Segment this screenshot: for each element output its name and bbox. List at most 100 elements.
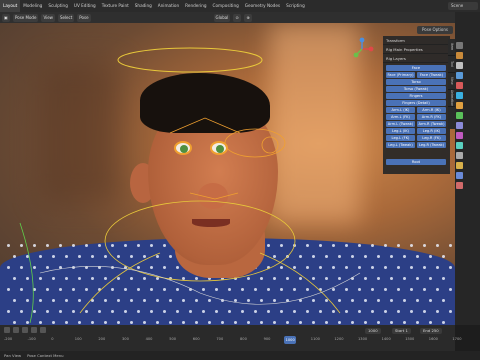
rig-layer-button[interactable]: Face	[386, 65, 446, 71]
brow-bones[interactable]	[169, 117, 241, 134]
playhead[interactable]: 1000	[284, 336, 297, 344]
spine-curve[interactable]	[39, 266, 361, 305]
eye-target-control[interactable]	[224, 128, 286, 158]
workspace-tab[interactable]: UV Editing	[71, 0, 99, 12]
mode-selector[interactable]: Pose Mode	[13, 13, 39, 22]
rig-layer-button[interactable]: Torso (Tweak)	[386, 86, 446, 92]
properties-tab-icon[interactable]	[456, 92, 463, 99]
ruler-tick-label: 1700	[452, 337, 462, 341]
pivot-icon[interactable]: ⊙	[233, 13, 242, 22]
properties-tab-icon[interactable]	[456, 132, 463, 139]
rig-layer-button[interactable]: Leg.R (FK)	[417, 135, 446, 141]
sidebar-tabs: Item Tool View Animation	[448, 39, 455, 129]
jump-end-icon[interactable]	[40, 327, 46, 333]
workspace-tab[interactable]: Compositing	[210, 0, 242, 12]
workspace-tab[interactable]: Animation	[155, 0, 182, 12]
ruler-tick-label: 300	[122, 337, 129, 341]
properties-editor	[455, 12, 480, 325]
end-frame-field[interactable]: End 250	[420, 328, 442, 334]
rig-layer-button[interactable]: Arm.R (FK)	[417, 114, 446, 120]
properties-tab-icon[interactable]	[456, 182, 463, 189]
jump-start-icon[interactable]	[4, 327, 10, 333]
workspace-tab[interactable]: Shading	[132, 0, 155, 12]
rig-layer-button[interactable]: Fingers	[386, 93, 446, 99]
rig-layer-button[interactable]: Face (Primary)	[386, 72, 415, 78]
properties-tab-icon[interactable]	[456, 152, 463, 159]
ruler-tick-label: 1400	[381, 337, 391, 341]
current-frame-field[interactable]: 1000	[365, 328, 381, 334]
top-bar: Layout Modeling Sculpting UV Editing Texture…	[0, 0, 480, 12]
pose-menu[interactable]: Pose	[77, 13, 91, 22]
rig-layer-button[interactable]: Arm.L (Tweak)	[386, 121, 415, 127]
rig-layer-button[interactable]: Leg.L (FK)	[386, 135, 415, 141]
panel-section-header[interactable]: Rig Main Properties	[383, 45, 450, 54]
prev-keyframe-icon[interactable]	[13, 327, 19, 333]
frame-ruler[interactable]: -200 -100 0 100 200 300 400 500 600 700 800 900 1000…	[0, 336, 462, 344]
workspace-tab[interactable]: Modeling	[20, 0, 45, 12]
rig-layer-button[interactable]: Face (Tweak)	[417, 72, 446, 78]
rig-layer-button[interactable]: Arm.L (IK)	[386, 107, 415, 113]
topbar-right: Scene	[448, 2, 478, 10]
properties-tab-icon[interactable]	[456, 112, 463, 119]
play-icon[interactable]	[22, 327, 28, 333]
viewport-header: ▣ Pose Mode View Select Pose Global ⊙ ⊕	[0, 12, 455, 23]
arm-control-left[interactable]	[79, 252, 161, 314]
sidebar-tab[interactable]: View	[448, 73, 455, 90]
rig-layer-button[interactable]: Arm.R (Tweak)	[417, 121, 446, 127]
lip-bones[interactable]	[189, 192, 239, 200]
workspace-tab[interactable]: Texture Paint	[99, 0, 132, 12]
hand-control[interactable]	[19, 222, 34, 324]
status-bar: Pan View Pose Context Menu	[0, 351, 480, 360]
sidebar-tab[interactable]: Tool	[448, 56, 455, 73]
end-value: 250	[431, 328, 439, 333]
rig-layer-button[interactable]: Fingers (Detail)	[386, 100, 446, 106]
properties-tab-icon[interactable]	[456, 172, 463, 179]
properties-tab-icon[interactable]	[456, 52, 463, 59]
rig-layer-button[interactable]: Leg.R (IK)	[417, 128, 446, 134]
rig-layer-button[interactable]: Arm.L (FK)	[386, 114, 415, 120]
ruler-tick-label: 900	[263, 337, 271, 341]
workspace-tab[interactable]: Rendering	[182, 0, 209, 12]
ruler-tick-label: 1200	[334, 337, 344, 341]
navigation-gizmo-icon[interactable]	[350, 37, 374, 61]
rig-layer-button[interactable]: Torso	[386, 79, 446, 85]
view-menu[interactable]: View	[41, 13, 55, 22]
panel-section-header[interactable]: Rig Layers	[383, 54, 450, 63]
properties-tab-icon[interactable]	[456, 142, 463, 149]
workspace-tab[interactable]: Geometry Nodes	[242, 0, 283, 12]
rig-layer-button[interactable]: Leg.R (Tweak)	[417, 142, 446, 148]
workspace-tab[interactable]: Scripting	[283, 0, 308, 12]
rig-layer-button[interactable]: Leg.L (Tweak)	[386, 142, 415, 148]
rig-layer-button[interactable]: Root	[386, 159, 446, 165]
properties-tab-icon[interactable]	[456, 72, 463, 79]
snap-icon[interactable]: ⊕	[244, 13, 253, 22]
ruler-tick-label: -200	[4, 337, 13, 341]
properties-tab-icon[interactable]	[456, 62, 463, 69]
workspace-tab[interactable]: Layout	[0, 0, 21, 12]
editor-type-button[interactable]: ▣	[2, 13, 10, 22]
eye-target-right[interactable]	[261, 136, 279, 154]
orientation-dropdown[interactable]: Global	[213, 13, 231, 22]
sidebar-tab[interactable]: Animation	[448, 90, 455, 107]
head-control[interactable]	[117, 47, 263, 73]
properties-tab-icon[interactable]	[456, 102, 463, 109]
rig-layer-button[interactable]: Leg.L (IK)	[386, 128, 415, 134]
torso-control[interactable]	[104, 200, 296, 282]
properties-tab-icon[interactable]	[456, 82, 463, 89]
start-label: Start	[395, 328, 405, 333]
panel-section-header[interactable]: Transform	[383, 36, 450, 45]
properties-tab-icon[interactable]	[456, 162, 463, 169]
status-context: Pose Context Menu	[27, 353, 64, 358]
properties-tab-icon[interactable]	[456, 42, 463, 49]
sidebar-tab[interactable]: Item	[448, 39, 455, 56]
pose-options-dropdown[interactable]: Pose Options	[417, 26, 453, 34]
workspace-tab[interactable]: Sculpting	[45, 0, 71, 12]
next-keyframe-icon[interactable]	[31, 327, 37, 333]
3d-viewport[interactable]: Pose Options Transform Rig Main Propertie…	[0, 23, 455, 325]
select-menu[interactable]: Select	[57, 13, 75, 22]
start-frame-field[interactable]: Start 1	[392, 328, 411, 334]
end-label: End	[423, 328, 431, 333]
rig-layer-button[interactable]: Arm.R (IK)	[417, 107, 446, 113]
scene-selector[interactable]: Scene	[448, 2, 478, 10]
properties-tab-icon[interactable]	[456, 122, 463, 129]
